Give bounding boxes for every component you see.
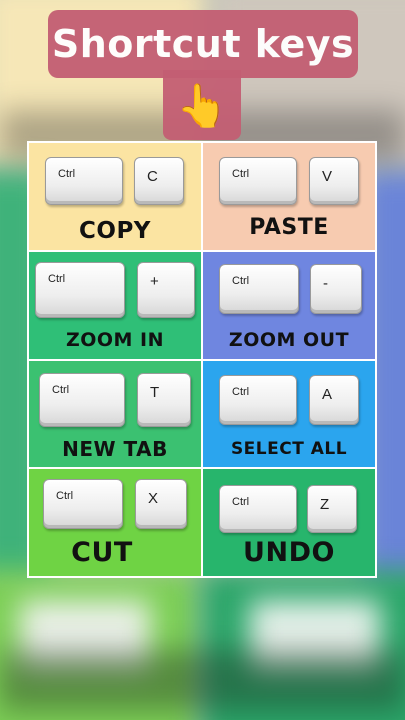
a-key: A — [309, 374, 359, 425]
c-key: C — [134, 157, 184, 205]
ctrl-key-label: Ctrl — [58, 168, 76, 180]
ctrl-key-label: Ctrl — [48, 272, 66, 285]
ctrl-key-label: Ctrl — [56, 490, 74, 503]
plus-key-label: + — [150, 272, 159, 290]
ctrl-key-label: Ctrl — [52, 383, 70, 396]
shortcut-label-cut: CUT — [71, 537, 133, 568]
ctrl-key: Ctrl — [219, 485, 297, 534]
ctrl-key: Ctrl — [45, 157, 123, 205]
shortcut-label-paste: PASTE — [249, 214, 329, 240]
ctrl-key-label: Ctrl — [232, 496, 250, 509]
x-key: X — [135, 479, 187, 530]
pointing-up-hand-icon: 👆 — [176, 81, 229, 130]
z-key-label: Z — [320, 496, 330, 514]
x-key-label: X — [148, 490, 159, 508]
ctrl-key: Ctrl — [35, 261, 125, 318]
shortcut-grid: Ctrl C COPY Ctrl V PASTE Ctrl + ZOOM IN … — [27, 141, 377, 578]
shortcut-card-new-tab: Ctrl T NEW TAB — [29, 360, 201, 468]
ctrl-key: Ctrl — [39, 372, 125, 427]
t-key: T — [137, 372, 191, 427]
shortcut-label-copy: COPY — [79, 217, 151, 244]
shortcut-card-undo: Ctrl Z UNDO — [203, 469, 375, 576]
ctrl-key-label: Ctrl — [232, 274, 250, 287]
shortcut-label-zoom-out: ZOOM OUT — [228, 328, 350, 351]
shortcut-label-new-tab: NEW TAB — [62, 437, 168, 462]
v-key-label: V — [322, 168, 333, 185]
z-key: Z — [307, 485, 357, 534]
ctrl-key-label: Ctrl — [232, 385, 250, 398]
ctrl-key: Ctrl — [219, 157, 297, 205]
shortcut-label-zoom-in: ZOOM IN — [65, 328, 165, 351]
minus-key-label: - — [323, 274, 328, 292]
shortcut-label-select-all: SELECT ALL — [230, 439, 348, 460]
ctrl-key: Ctrl — [219, 263, 299, 314]
ctrl-key-label: Ctrl — [232, 168, 250, 180]
page-title: Shortcut keys — [51, 22, 355, 66]
shortcut-card-copy: Ctrl C COPY — [29, 143, 201, 250]
ctrl-key: Ctrl — [43, 479, 123, 530]
a-key-label: A — [322, 385, 333, 403]
shortcut-card-select-all: Ctrl A SELECT ALL — [203, 360, 375, 468]
shortcut-card-zoom-in: Ctrl + ZOOM IN — [29, 251, 201, 359]
shortcut-card-zoom-out: Ctrl - ZOOM OUT — [203, 251, 375, 359]
shortcut-card-cut: Ctrl X CUT — [29, 469, 201, 576]
t-key-label: T — [150, 383, 160, 401]
shortcut-card-paste: Ctrl V PASTE — [203, 143, 375, 250]
ctrl-key: Ctrl — [219, 374, 297, 425]
c-key-label: C — [147, 168, 158, 185]
v-key: V — [309, 157, 359, 205]
plus-key: + — [137, 261, 195, 318]
shortcut-label-undo: UNDO — [243, 537, 335, 568]
minus-key: - — [310, 263, 362, 314]
title-banner: Shortcut keys — [48, 10, 358, 78]
